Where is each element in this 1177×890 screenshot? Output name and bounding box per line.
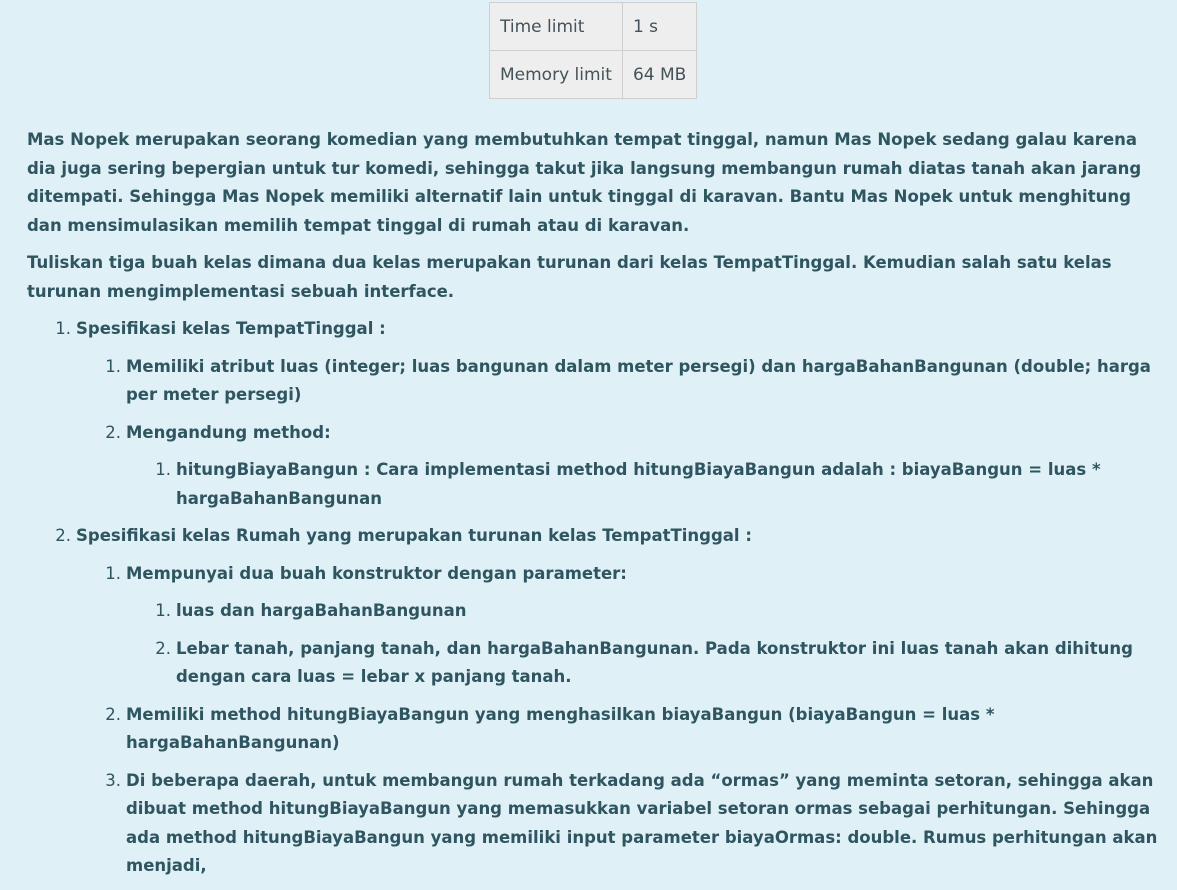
limits-panel: Time limit 1 s Memory limit 64 MB — [489, 2, 698, 99]
sub-list: 1. Memiliki atribut luas (integer; luas … — [76, 353, 1167, 514]
list-item-text: Di beberapa daerah, untuk membangun ruma… — [126, 770, 1158, 876]
memory-limit-label: Memory limit — [489, 50, 623, 99]
list-item-text: Memiliki method hitungBiayaBangun yang m… — [126, 704, 995, 753]
list-number: 1. — [105, 563, 121, 583]
time-limit-value: 1 s — [621, 2, 698, 51]
memory-limit-value: 64 MB — [621, 50, 698, 99]
list-number: 2. — [155, 638, 171, 658]
time-limit-row: Time limit 1 s — [489, 2, 698, 51]
sub-sub-list: 1. luas dan hargaBahanBangunan 2. Lebar … — [126, 597, 1167, 692]
list-item-text: Memiliki atribut luas (integer; luas ban… — [126, 356, 1151, 405]
list-item: 1. hitungBiayaBangun : Cara implementasi… — [27, 456, 1167, 513]
spec-heading: Spesifikasi kelas Rumah yang merupakan t… — [76, 526, 752, 545]
time-limit-label: Time limit — [489, 2, 623, 51]
spec-item-rumah: 2. Spesifikasi kelas Rumah yang merupaka… — [27, 522, 1167, 881]
list-number: 2. — [105, 422, 121, 442]
list-item-text: Mengandung method: — [126, 422, 331, 442]
spec-item-tempattinggal: 1. Spesifikasi kelas TempatTinggal : 1. … — [27, 315, 1167, 513]
list-number: 2. — [55, 526, 71, 545]
list-number: 1. — [155, 601, 171, 620]
list-item: 1. Memiliki atribut luas (integer; luas … — [27, 353, 1167, 410]
list-number: 1. — [105, 356, 121, 376]
task-paragraph: Tuliskan tiga buah kelas dimana dua kela… — [27, 253, 1112, 301]
intro-paragraph: Mas Nopek merupakan seorang komedian yan… — [27, 130, 1142, 235]
list-item: 2. Memiliki method hitungBiayaBangun yan… — [27, 701, 1167, 758]
list-item: 1. Mempunyai dua buah konstruktor dengan… — [27, 560, 1167, 692]
list-item: 2. Mengandung method: 1. hitungBiayaBang… — [27, 419, 1167, 514]
list-item: 1. luas dan hargaBahanBangunan — [27, 597, 1167, 626]
list-number: 3. — [105, 770, 121, 790]
sub-list: 1. Mempunyai dua buah konstruktor dengan… — [76, 560, 1167, 881]
sub-sub-list: 1. hitungBiayaBangun : Cara implementasi… — [126, 456, 1167, 513]
memory-limit-row: Memory limit 64 MB — [489, 50, 698, 99]
list-item-text: Lebar tanah, panjang tanah, dan hargaBah… — [176, 638, 1133, 687]
list-number: 1. — [55, 319, 71, 338]
list-item-text: hitungBiayaBangun : Cara implementasi me… — [176, 460, 1101, 508]
list-number: 2. — [105, 704, 121, 724]
list-item: 3. Di beberapa daerah, untuk membangun r… — [27, 767, 1167, 881]
list-item-text: Mempunyai dua buah konstruktor dengan pa… — [126, 563, 627, 583]
spec-heading: Spesifikasi kelas TempatTinggal : — [76, 319, 386, 338]
problem-statement: Mas Nopek merupakan seorang komedian yan… — [27, 126, 1167, 890]
list-item: 2. Lebar tanah, panjang tanah, dan harga… — [27, 635, 1167, 692]
list-item-text: luas dan hargaBahanBangunan — [176, 601, 467, 620]
spec-list: 1. Spesifikasi kelas TempatTinggal : 1. … — [27, 315, 1167, 881]
limits-table: Time limit 1 s Memory limit 64 MB — [489, 2, 698, 99]
list-number: 1. — [155, 460, 171, 479]
